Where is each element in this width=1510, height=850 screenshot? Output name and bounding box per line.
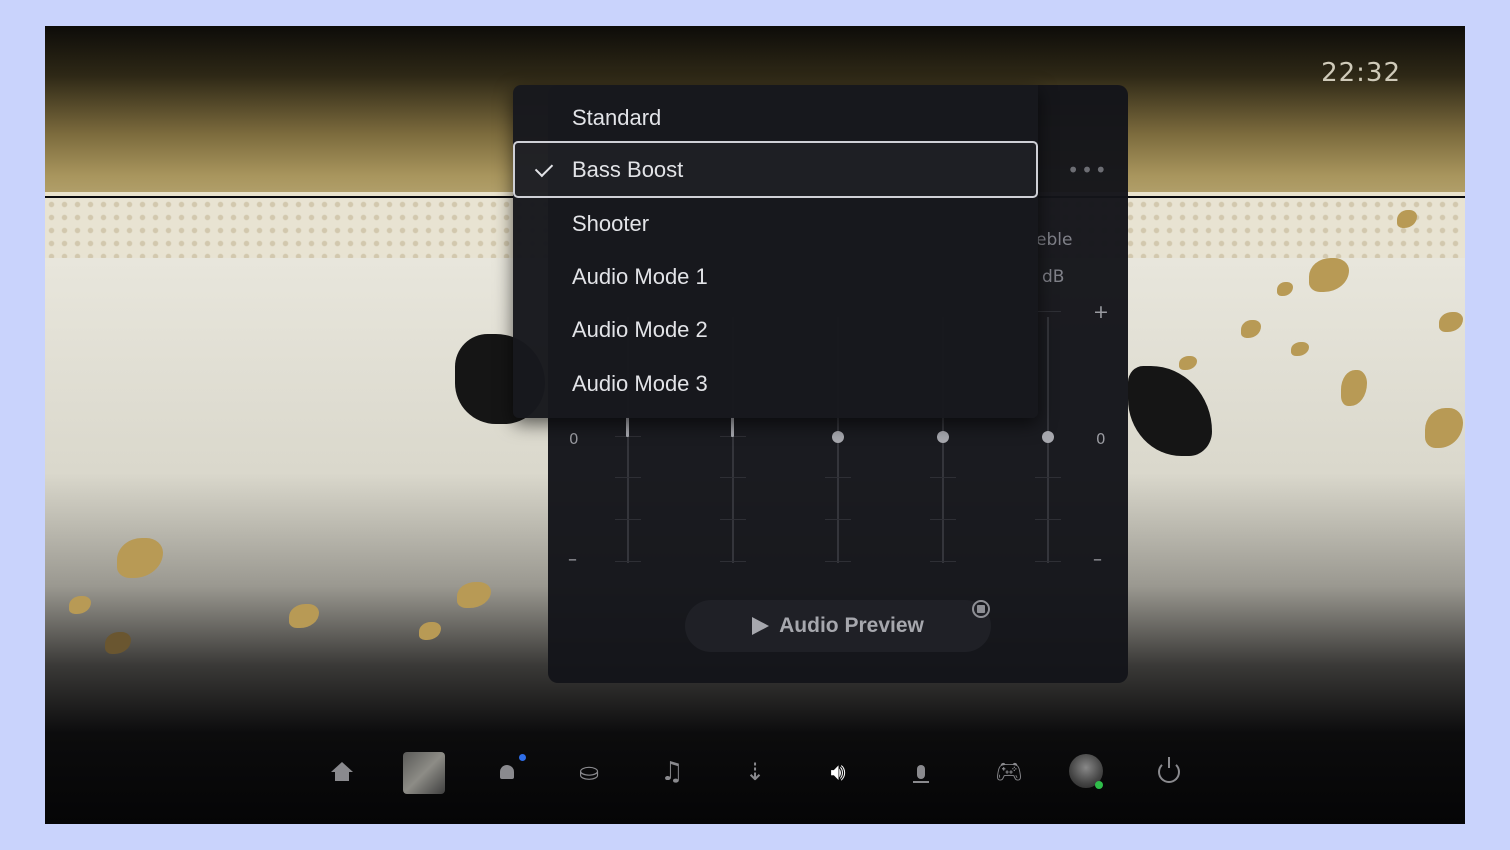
scale-zero-right: 0: [1096, 430, 1106, 448]
eq-grid-tick: [720, 519, 746, 520]
menu-item-standard[interactable]: Standard: [515, 91, 1036, 144]
eq-grid-tick: [1035, 311, 1061, 312]
stop-icon[interactable]: [972, 600, 990, 618]
controller-icon[interactable]: 🎮︎: [989, 752, 1029, 792]
db-label: dB: [1042, 267, 1065, 287]
scale-plus-right: +: [1093, 301, 1109, 323]
eq-grid-tick: [720, 561, 746, 562]
notification-dot: [519, 754, 526, 761]
treble-label: eble: [1036, 230, 1073, 250]
system-clock: 22:32: [1321, 58, 1401, 88]
eq-slider-knob[interactable]: [1042, 431, 1054, 443]
menu-item-label: Audio Mode 1: [572, 264, 708, 289]
eq-slider-knob[interactable]: [626, 417, 629, 437]
more-options-icon[interactable]: •••: [1066, 155, 1110, 185]
online-status-dot: [1095, 781, 1103, 789]
power-icon[interactable]: [1149, 752, 1189, 792]
friends-icon[interactable]: ⛀: [569, 752, 609, 792]
accessibility-icon[interactable]: ⇣: [735, 752, 775, 792]
eq-grid-tick: [615, 477, 641, 478]
menu-item-shooter[interactable]: Shooter: [515, 197, 1036, 250]
eq-slider-knob[interactable]: [937, 431, 949, 443]
menu-item-label: Shooter: [572, 211, 650, 236]
eq-slider-knob[interactable]: [832, 431, 844, 443]
eq-grid-tick: [1035, 561, 1061, 562]
eq-grid-tick: [930, 519, 956, 520]
game-thumbnail[interactable]: [403, 752, 445, 794]
mic-icon[interactable]: [901, 752, 941, 792]
audio-preview-label: Audio Preview: [779, 614, 924, 637]
eq-grid-tick: [930, 477, 956, 478]
eq-grid-tick: [930, 561, 956, 562]
music-icon[interactable]: ♫: [652, 752, 692, 792]
play-icon: [752, 617, 770, 635]
eq-grid-tick: [825, 561, 851, 562]
menu-item-audio-mode-3[interactable]: Audio Mode 3: [515, 357, 1036, 410]
menu-item-label: Bass Boost: [572, 157, 684, 182]
eq-grid-tick: [1035, 477, 1061, 478]
menu-item-label: Audio Mode 2: [572, 317, 708, 342]
menu-item-audio-mode-1[interactable]: Audio Mode 1: [515, 250, 1036, 303]
menu-item-bass-boost[interactable]: Bass Boost: [513, 141, 1038, 198]
eq-grid-tick: [1035, 519, 1061, 520]
eq-grid-tick: [615, 561, 641, 562]
ps5-screen: 22:32 ••• eble dB + 0 0 – – Audio Previe…: [45, 26, 1465, 824]
audio-preview-button[interactable]: Audio Preview: [685, 600, 991, 652]
preset-dropdown-menu: Standard Bass Boost Shooter Audio Mode 1…: [513, 85, 1038, 418]
eq-grid-tick: [720, 477, 746, 478]
eq-grid-tick: [615, 519, 641, 520]
menu-item-label: Audio Mode 3: [572, 371, 708, 396]
scale-minus-left: –: [568, 549, 577, 570]
scale-zero-left: 0: [569, 430, 579, 448]
scale-minus-right: –: [1093, 549, 1102, 570]
eq-slider-knob[interactable]: [731, 417, 734, 437]
home-icon[interactable]: [322, 752, 362, 792]
control-center-bar: ⛀ ♫ ⇣ 🔊︎ 🎮︎: [45, 744, 1465, 804]
speaker-icon[interactable]: 🔊︎: [818, 752, 858, 792]
check-icon: [534, 158, 554, 178]
eq-grid-tick: [825, 519, 851, 520]
menu-item-label: Standard: [572, 105, 662, 130]
menu-item-audio-mode-2[interactable]: Audio Mode 2: [515, 303, 1036, 356]
eq-grid-tick: [825, 477, 851, 478]
